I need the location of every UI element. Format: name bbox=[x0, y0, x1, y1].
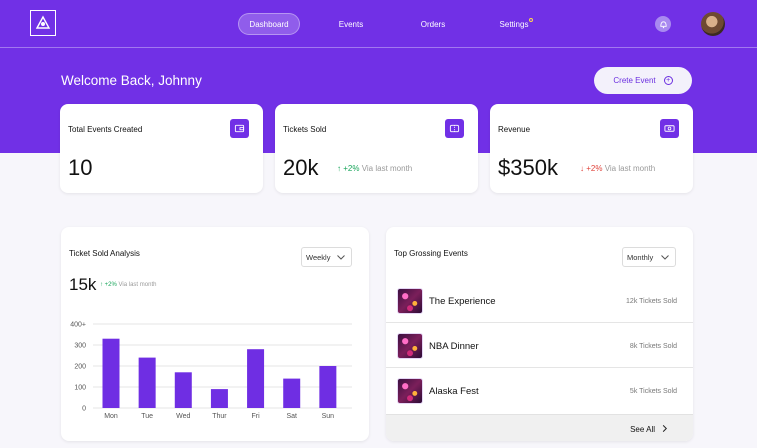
stat-change: ↑ +2% Via last month bbox=[337, 164, 412, 173]
change-period: Via last month bbox=[361, 164, 413, 173]
stat-value: 10 bbox=[68, 155, 93, 180]
list-item[interactable]: NBA Dinner 8k Tickets Sold bbox=[386, 323, 693, 368]
nav-settings[interactable]: Settings bbox=[490, 13, 538, 35]
stat-title: Revenue bbox=[498, 125, 531, 134]
nav-dashboard-label: Dashboard bbox=[249, 19, 289, 29]
event-thumbnail bbox=[397, 378, 423, 404]
stat-card-total-events: Total Events Created 10 bbox=[60, 104, 263, 193]
change-percent: +2% bbox=[343, 164, 360, 173]
user-avatar[interactable] bbox=[701, 12, 725, 36]
chevron-down-icon bbox=[337, 255, 345, 260]
analysis-value: 15k bbox=[69, 275, 97, 294]
event-thumbnail bbox=[397, 288, 423, 314]
bell-icon bbox=[659, 20, 667, 28]
welcome-heading: Welcome Back, Johnny bbox=[61, 73, 202, 88]
event-tickets-sold: 8k Tickets Sold bbox=[629, 343, 677, 350]
change-period: Via last month bbox=[118, 282, 157, 288]
stat-value: 20k bbox=[283, 155, 319, 180]
stat-card-tickets-sold: Tickets Sold 20k ↑ +2% Via last month bbox=[275, 104, 478, 193]
list-item[interactable]: Alaska Fest 5k Tickets Sold bbox=[386, 368, 693, 413]
ticket-icon bbox=[445, 119, 464, 138]
nav-settings-label: Settings bbox=[499, 19, 529, 29]
money-icon bbox=[660, 119, 679, 138]
logo[interactable] bbox=[30, 10, 56, 36]
nav-orders[interactable]: Orders bbox=[409, 13, 457, 35]
change-period: Via last month bbox=[604, 164, 656, 173]
change-percent: +2% bbox=[104, 282, 117, 288]
stat-value: $350k bbox=[498, 155, 558, 180]
stat-title: Total Events Created bbox=[68, 125, 143, 134]
create-event-button[interactable]: Crete Event + bbox=[594, 67, 692, 94]
arrow-up-icon: ↑ bbox=[337, 164, 341, 173]
see-all-link[interactable]: See All bbox=[630, 425, 655, 434]
event-name: NBA Dinner bbox=[429, 341, 479, 352]
stat-card-revenue: Revenue $350k ↓ +2% Via last month bbox=[490, 104, 693, 193]
notification-button[interactable] bbox=[655, 16, 671, 32]
analysis-title: Ticket Sold Analysis bbox=[69, 249, 140, 258]
event-tickets-sold: 5k Tickets Sold bbox=[629, 388, 677, 395]
create-event-label: Crete Event bbox=[613, 76, 656, 85]
period-select-weekly[interactable]: Weekly bbox=[301, 247, 352, 267]
event-name: The Experience bbox=[429, 296, 496, 307]
chevron-right-icon[interactable] bbox=[660, 424, 669, 433]
stat-change: ↓ +2% Via last month bbox=[580, 164, 655, 173]
top-events-title: Top Grossing Events bbox=[394, 249, 468, 258]
nav-events[interactable]: Events bbox=[327, 13, 375, 35]
list-item[interactable]: The Experience 12k Tickets Sold bbox=[386, 278, 693, 323]
event-thumbnail bbox=[397, 333, 423, 359]
nav-dashboard[interactable]: Dashboard bbox=[238, 13, 300, 35]
period-select-monthly[interactable]: Monthly bbox=[622, 247, 676, 267]
analysis-change: ↑ +2% Via last month bbox=[100, 282, 156, 288]
nav-orders-label: Orders bbox=[420, 19, 446, 29]
event-name: Alaska Fest bbox=[429, 386, 479, 397]
event-tickets-sold: 12k Tickets Sold bbox=[626, 298, 677, 305]
period-select-value: Weekly bbox=[306, 252, 331, 262]
logo-icon bbox=[35, 15, 51, 29]
nav-events-label: Events bbox=[338, 19, 364, 29]
arrow-down-icon: ↓ bbox=[580, 164, 584, 173]
stat-title: Tickets Sold bbox=[283, 125, 327, 134]
notification-dot bbox=[529, 17, 534, 22]
top-nav: Dashboard Events Orders Settings bbox=[0, 0, 757, 48]
wallet-icon bbox=[230, 119, 249, 138]
see-all-bar: See All bbox=[386, 414, 693, 441]
plus-icon: + bbox=[663, 76, 673, 85]
chevron-down-icon bbox=[661, 255, 669, 260]
period-select-value: Monthly bbox=[627, 252, 654, 262]
arrow-up-icon: ↑ bbox=[100, 282, 103, 288]
change-percent: +2% bbox=[586, 164, 603, 173]
